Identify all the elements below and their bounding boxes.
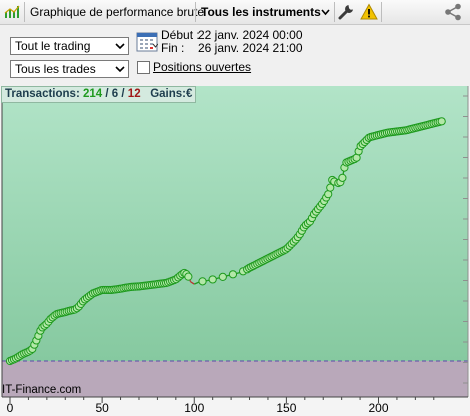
calendar-icon[interactable] [136,31,158,53]
toolbar-separator [24,2,25,22]
trades-select-value: Tous les trades [15,62,96,76]
end-date-value: 26 janv. 2024 21:00 [198,41,303,55]
trade-point [184,272,193,281]
trade-point [228,270,238,279]
trade-point [218,272,227,281]
gains-label: Gains: [150,88,186,100]
chevron-down-icon [115,43,125,50]
x-tick-label: 50 [95,401,109,415]
toolbar-separator [195,2,196,22]
trade-point [437,117,446,126]
checkbox-box[interactable] [137,61,150,74]
watermark: IT-Finance.com [2,384,82,396]
instruments-dropdown[interactable]: Tous les instruments [197,0,333,24]
warning-icon[interactable] [360,3,378,21]
trade-point [338,173,347,182]
open-positions-label[interactable]: Positions ouvertes [153,60,251,74]
period-labels: Début : Fin : [161,29,200,55]
count-separator: / [121,88,125,100]
neutral-count: 6 [111,88,119,100]
trade-point [208,275,217,284]
x-tick-label: 200 [368,401,388,415]
trading-select[interactable]: Tout le trading [10,37,129,55]
losses-count: 12 [127,88,141,100]
trading-select-value: Tout le trading [15,39,91,53]
stats-bar: Transactions: 214 / 6 / 12 Gains:€ [1,86,197,103]
toolbar: Graphique de performance brute Tous les … [0,0,470,25]
x-tick-label: 0 [7,401,14,415]
instruments-label: Tous les instruments [201,5,321,19]
performance-chart: 0 50 100 150 200 [0,86,470,416]
chart-title-label: Graphique de performance brute [30,5,205,19]
trade-point [198,277,207,286]
chevron-down-icon [115,66,125,73]
chevron-down-icon [321,9,330,16]
end-date-label: Fin : [161,41,185,55]
toolbar-separator [381,2,382,22]
x-tick-label: 150 [276,401,296,415]
toolbar-separator [334,2,335,22]
wrench-icon[interactable] [337,3,355,21]
gains-currency: € [185,88,193,100]
wins-count: 214 [82,88,103,100]
trades-select[interactable]: Tous les trades [10,60,129,78]
equity-curve-icon [4,5,20,18]
period-values: 22 janv. 2024 00:00 26 janv. 2024 21:00 [198,29,303,55]
transactions-label: Transactions: [5,88,80,100]
count-separator: / [105,88,109,100]
share-icon[interactable] [443,3,463,21]
x-tick-label: 100 [184,401,204,415]
